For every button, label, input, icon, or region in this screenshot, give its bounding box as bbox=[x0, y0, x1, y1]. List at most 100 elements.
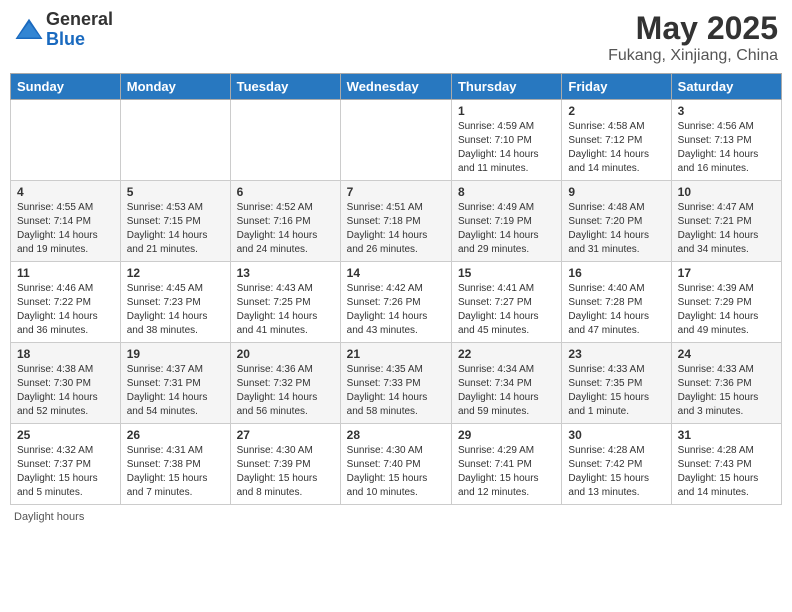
calendar-cell: 9Sunrise: 4:48 AMSunset: 7:20 PMDaylight… bbox=[562, 181, 671, 262]
calendar-cell: 22Sunrise: 4:34 AMSunset: 7:34 PMDayligh… bbox=[451, 343, 561, 424]
calendar-cell: 31 Sunrise: 4:28 AMSunset: 7:43 PMDayligh… bbox=[671, 424, 781, 505]
day-number: 22 bbox=[458, 347, 555, 361]
day-info: Sunrise: 4:31 AMSunset: 7:38 PMDaylight:… bbox=[127, 444, 224, 500]
calendar-cell: 25 Sunrise: 4:32 AMSunset: 7:37 PMDayligh… bbox=[11, 424, 121, 505]
day-number: 1 bbox=[458, 104, 555, 118]
day-info: Sunrise: 4:30 AMSunset: 7:40 PMDaylight:… bbox=[347, 444, 445, 500]
calendar-cell: 23 Sunrise: 4:33 AMSunset: 7:35 PMDayligh… bbox=[562, 343, 671, 424]
calendar-cell: 4 Sunrise: 4:55 AMSunset: 7:14 PMDaylight… bbox=[11, 181, 121, 262]
day-number: 10 bbox=[678, 185, 775, 199]
calendar-cell: 8 Sunrise: 4:49 AMSunset: 7:19 PMDaylight… bbox=[451, 181, 561, 262]
day-number: 5 bbox=[127, 185, 224, 199]
day-number: 28 bbox=[347, 428, 445, 442]
day-info: Sunrise: 4:40 AMSunset: 7:28 PMDaylight:… bbox=[568, 282, 664, 338]
day-info: Sunrise: 4:58 AMSunset: 7:12 PMDaylight:… bbox=[568, 120, 664, 176]
page-header: General Blue May 2025 Fukang, Xinjiang, … bbox=[10, 10, 782, 65]
calendar-cell: 18 Sunrise: 4:38 AMSunset: 7:30 PMDayligh… bbox=[11, 343, 121, 424]
day-number: 18 bbox=[17, 347, 114, 361]
calendar-cell: 10 Sunrise: 4:47 AMSunset: 7:21 PMDayligh… bbox=[671, 181, 781, 262]
day-info: Sunrise: 4:38 AMSunset: 7:30 PMDaylight:… bbox=[17, 363, 114, 419]
day-number: 20 bbox=[237, 347, 334, 361]
day-info: Sunrise: 4:41 AMSunset: 7:27 PMDaylight:… bbox=[458, 282, 555, 338]
calendar-cell: 15 Sunrise: 4:41 AMSunset: 7:27 PMDayligh… bbox=[451, 262, 561, 343]
calendar-cell bbox=[230, 100, 340, 181]
logo-blue-text: Blue bbox=[46, 30, 113, 50]
day-info: Sunrise: 4:30 AMSunset: 7:39 PMDaylight:… bbox=[237, 444, 334, 500]
weekday-header-friday: Friday bbox=[562, 74, 671, 100]
day-number: 2 bbox=[568, 104, 664, 118]
calendar-week-3: 11 Sunrise: 4:46 AMSunset: 7:22 PMDayligh… bbox=[11, 262, 782, 343]
calendar-week-5: 25 Sunrise: 4:32 AMSunset: 7:37 PMDayligh… bbox=[11, 424, 782, 505]
day-info: Sunrise: 4:48 AMSunset: 7:20 PMDaylight:… bbox=[568, 201, 664, 257]
logo-icon bbox=[14, 15, 44, 45]
weekday-header-row: SundayMondayTuesdayWednesdayThursdayFrid… bbox=[11, 74, 782, 100]
calendar-table: SundayMondayTuesdayWednesdayThursdayFrid… bbox=[10, 73, 782, 505]
day-number: 26 bbox=[127, 428, 224, 442]
day-info: Sunrise: 4:36 AMSunset: 7:32 PMDaylight:… bbox=[237, 363, 334, 419]
day-info: Sunrise: 4:49 AMSunset: 7:19 PMDaylight:… bbox=[458, 201, 555, 257]
day-number: 17 bbox=[678, 266, 775, 280]
day-info: Sunrise: 4:52 AMSunset: 7:16 PMDaylight:… bbox=[237, 201, 334, 257]
day-info: Sunrise: 4:46 AMSunset: 7:22 PMDaylight:… bbox=[17, 282, 114, 338]
day-number: 24 bbox=[678, 347, 775, 361]
day-info: Sunrise: 4:33 AMSunset: 7:36 PMDaylight:… bbox=[678, 363, 775, 419]
day-info: Sunrise: 4:59 AMSunset: 7:10 PMDaylight:… bbox=[458, 120, 555, 176]
day-number: 29 bbox=[458, 428, 555, 442]
calendar-cell: 3Sunrise: 4:56 AMSunset: 7:13 PMDaylight… bbox=[671, 100, 781, 181]
weekday-header-monday: Monday bbox=[120, 74, 230, 100]
calendar-cell: 29 Sunrise: 4:29 AMSunset: 7:41 PMDayligh… bbox=[451, 424, 561, 505]
calendar-cell: 27Sunrise: 4:30 AMSunset: 7:39 PMDayligh… bbox=[230, 424, 340, 505]
day-number: 31 bbox=[678, 428, 775, 442]
month-title: May 2025 bbox=[608, 10, 778, 47]
day-info: Sunrise: 4:28 AMSunset: 7:42 PMDaylight:… bbox=[568, 444, 664, 500]
day-number: 7 bbox=[347, 185, 445, 199]
day-info: Sunrise: 4:28 AMSunset: 7:43 PMDaylight:… bbox=[678, 444, 775, 500]
footer-note: Daylight hours bbox=[10, 511, 782, 523]
day-number: 11 bbox=[17, 266, 114, 280]
day-number: 13 bbox=[237, 266, 334, 280]
day-number: 12 bbox=[127, 266, 224, 280]
weekday-header-tuesday: Tuesday bbox=[230, 74, 340, 100]
day-info: Sunrise: 4:43 AMSunset: 7:25 PMDaylight:… bbox=[237, 282, 334, 338]
calendar-cell: 6 Sunrise: 4:52 AMSunset: 7:16 PMDaylight… bbox=[230, 181, 340, 262]
weekday-header-wednesday: Wednesday bbox=[340, 74, 451, 100]
day-info: Sunrise: 4:32 AMSunset: 7:37 PMDaylight:… bbox=[17, 444, 114, 500]
day-info: Sunrise: 4:45 AMSunset: 7:23 PMDaylight:… bbox=[127, 282, 224, 338]
day-number: 16 bbox=[568, 266, 664, 280]
calendar-week-2: 4 Sunrise: 4:55 AMSunset: 7:14 PMDaylight… bbox=[11, 181, 782, 262]
calendar-cell: 12 Sunrise: 4:45 AMSunset: 7:23 PMDayligh… bbox=[120, 262, 230, 343]
calendar-cell: 1 Sunrise: 4:59 AMSunset: 7:10 PMDaylight… bbox=[451, 100, 561, 181]
calendar-cell: 19 Sunrise: 4:37 AMSunset: 7:31 PMDayligh… bbox=[120, 343, 230, 424]
calendar-cell: 24 Sunrise: 4:33 AMSunset: 7:36 PMDayligh… bbox=[671, 343, 781, 424]
day-number: 6 bbox=[237, 185, 334, 199]
day-number: 21 bbox=[347, 347, 445, 361]
calendar-cell: 16 Sunrise: 4:40 AMSunset: 7:28 PMDayligh… bbox=[562, 262, 671, 343]
calendar-cell: 11 Sunrise: 4:46 AMSunset: 7:22 PMDayligh… bbox=[11, 262, 121, 343]
calendar-cell: 28 Sunrise: 4:30 AMSunset: 7:40 PMDayligh… bbox=[340, 424, 451, 505]
calendar-cell: 30 Sunrise: 4:28 AMSunset: 7:42 PMDayligh… bbox=[562, 424, 671, 505]
location-title: Fukang, Xinjiang, China bbox=[608, 47, 778, 65]
day-number: 25 bbox=[17, 428, 114, 442]
day-info: Sunrise: 4:47 AMSunset: 7:21 PMDaylight:… bbox=[678, 201, 775, 257]
day-number: 30 bbox=[568, 428, 664, 442]
day-info: Sunrise: 4:37 AMSunset: 7:31 PMDaylight:… bbox=[127, 363, 224, 419]
day-info: Sunrise: 4:42 AMSunset: 7:26 PMDaylight:… bbox=[347, 282, 445, 338]
title-block: May 2025 Fukang, Xinjiang, China bbox=[608, 10, 778, 65]
calendar-cell: 5Sunrise: 4:53 AMSunset: 7:15 PMDaylight… bbox=[120, 181, 230, 262]
day-info: Sunrise: 4:55 AMSunset: 7:14 PMDaylight:… bbox=[17, 201, 114, 257]
day-number: 8 bbox=[458, 185, 555, 199]
day-number: 23 bbox=[568, 347, 664, 361]
logo-general-text: General bbox=[46, 10, 113, 30]
day-info: Sunrise: 4:33 AMSunset: 7:35 PMDaylight:… bbox=[568, 363, 664, 419]
calendar-cell: 26 Sunrise: 4:31 AMSunset: 7:38 PMDayligh… bbox=[120, 424, 230, 505]
calendar-week-1: 1 Sunrise: 4:59 AMSunset: 7:10 PMDaylight… bbox=[11, 100, 782, 181]
day-info: Sunrise: 4:29 AMSunset: 7:41 PMDaylight:… bbox=[458, 444, 555, 500]
day-number: 19 bbox=[127, 347, 224, 361]
day-info: Sunrise: 4:51 AMSunset: 7:18 PMDaylight:… bbox=[347, 201, 445, 257]
calendar-cell: 14Sunrise: 4:42 AMSunset: 7:26 PMDayligh… bbox=[340, 262, 451, 343]
day-number: 4 bbox=[17, 185, 114, 199]
calendar-cell: 20 Sunrise: 4:36 AMSunset: 7:32 PMDayligh… bbox=[230, 343, 340, 424]
day-number: 15 bbox=[458, 266, 555, 280]
calendar-cell: 7 Sunrise: 4:51 AMSunset: 7:18 PMDaylight… bbox=[340, 181, 451, 262]
calendar-cell: 13 Sunrise: 4:43 AMSunset: 7:25 PMDayligh… bbox=[230, 262, 340, 343]
